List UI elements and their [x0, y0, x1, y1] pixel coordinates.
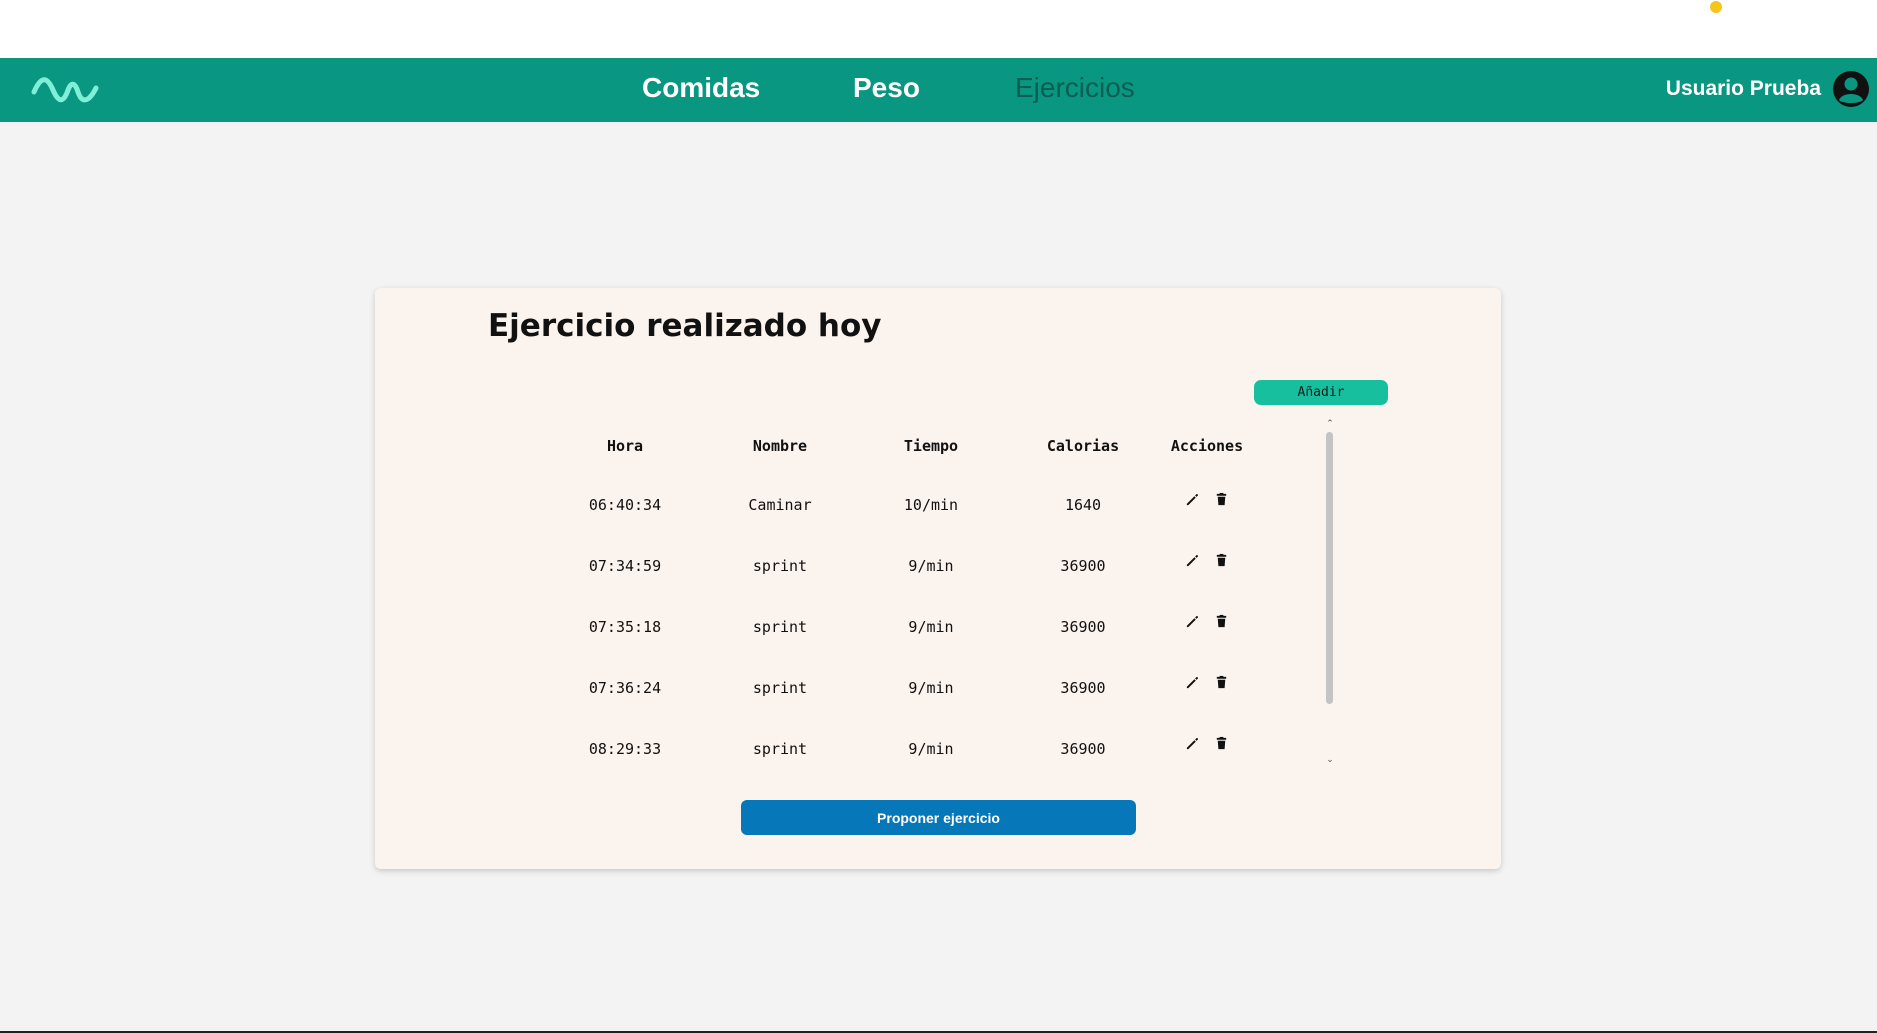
cell-calorias: 36900	[1060, 678, 1106, 697]
cell-calorias: 36900	[1060, 556, 1106, 575]
cell-calorias: 1640	[1064, 495, 1102, 514]
trash-icon[interactable]	[1214, 675, 1229, 690]
cell-hora: 07:34:59	[588, 556, 662, 575]
cell-tiempo: 9/min	[908, 556, 954, 575]
table-scrollbar[interactable]: ⌃ ⌄	[1323, 418, 1337, 766]
top-white-bar	[0, 0, 1877, 58]
add-exercise-button[interactable]: Añadir	[1254, 380, 1388, 405]
column-header-calorias: Calorias	[1046, 437, 1120, 455]
cell-hora: 08:29:33	[588, 739, 662, 758]
exercise-table-container: Hora Nombre Tiempo Calorias Acciones 06:…	[550, 418, 1260, 768]
propose-exercise-button[interactable]: Proponer ejercicio	[741, 800, 1136, 835]
scrollbar-thumb[interactable]	[1326, 432, 1333, 704]
nav-link-peso[interactable]: Peso	[853, 72, 920, 104]
column-header-acciones: Acciones	[1170, 437, 1244, 455]
trash-icon[interactable]	[1214, 614, 1229, 629]
page-title: Ejercicio realizado hoy	[488, 308, 882, 344]
cell-hora: 06:40:34	[588, 495, 662, 514]
pencil-icon[interactable]	[1185, 553, 1200, 568]
table-row: 08:29:33 sprint 9/min 36900	[550, 718, 1250, 779]
table-header-row: Hora Nombre Tiempo Calorias Acciones	[550, 418, 1250, 474]
scroll-up-arrow-icon[interactable]: ⌃	[1323, 418, 1337, 430]
cell-hora: 07:35:18	[588, 617, 662, 636]
cell-actions	[1164, 657, 1250, 718]
cell-nombre: sprint	[752, 739, 808, 758]
table-row: 06:40:34 Caminar 10/min 1640	[550, 474, 1250, 535]
cell-nombre: sprint	[752, 617, 808, 636]
cell-actions	[1164, 474, 1250, 535]
nav-link-comidas[interactable]: Comidas	[642, 72, 760, 104]
cell-tiempo: 10/min	[903, 495, 959, 514]
cell-calorias: 36900	[1060, 739, 1106, 758]
cell-actions	[1164, 596, 1250, 657]
table-row: 07:36:24 sprint 9/min 36900	[550, 657, 1250, 718]
trash-icon[interactable]	[1214, 492, 1229, 507]
trash-icon[interactable]	[1214, 736, 1229, 751]
column-header-tiempo: Tiempo	[903, 437, 959, 455]
pencil-icon[interactable]	[1185, 736, 1200, 751]
cell-actions	[1164, 718, 1250, 779]
cell-actions	[1164, 535, 1250, 596]
column-header-nombre: Nombre	[752, 437, 808, 455]
nav-link-ejercicios[interactable]: Ejercicios	[1015, 72, 1135, 104]
notification-dot	[1710, 1, 1722, 13]
table-row: 07:34:59 sprint 9/min 36900	[550, 535, 1250, 596]
user-name[interactable]: Usuario Prueba	[1666, 77, 1821, 101]
navbar: Comidas Peso Ejercicios Usuario Prueba	[0, 58, 1877, 122]
cell-tiempo: 9/min	[908, 617, 954, 636]
cell-calorias: 36900	[1060, 617, 1106, 636]
pencil-icon[interactable]	[1185, 614, 1200, 629]
scroll-down-arrow-icon[interactable]: ⌄	[1323, 754, 1337, 766]
trash-icon[interactable]	[1214, 553, 1229, 568]
cell-tiempo: 9/min	[908, 739, 954, 758]
wave-logo-icon[interactable]	[31, 74, 101, 106]
pencil-icon[interactable]	[1185, 492, 1200, 507]
cell-nombre: Caminar	[748, 495, 812, 514]
column-header-hora: Hora	[606, 437, 644, 455]
user-circle-icon[interactable]	[1832, 70, 1870, 108]
exercise-card: Ejercicio realizado hoy Añadir Hora Nomb…	[375, 288, 1501, 869]
cell-nombre: sprint	[752, 556, 808, 575]
cell-nombre: sprint	[752, 678, 808, 697]
table-row: 07:35:18 sprint 9/min 36900	[550, 596, 1250, 657]
cell-hora: 07:36:24	[588, 678, 662, 697]
cell-tiempo: 9/min	[908, 678, 954, 697]
pencil-icon[interactable]	[1185, 675, 1200, 690]
exercise-table: Hora Nombre Tiempo Calorias Acciones 06:…	[550, 418, 1250, 779]
